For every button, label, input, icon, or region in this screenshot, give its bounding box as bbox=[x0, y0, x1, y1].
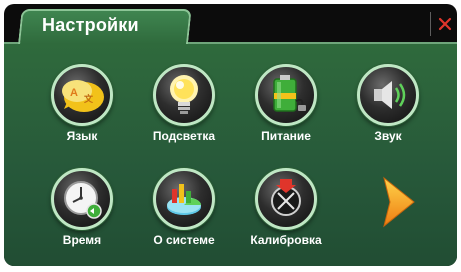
speaker-icon bbox=[357, 64, 419, 126]
next-page-arrow-icon bbox=[383, 176, 415, 228]
svg-text:文: 文 bbox=[83, 93, 94, 104]
sound-label: Звук bbox=[374, 129, 402, 143]
battery-icon bbox=[255, 64, 317, 126]
next-page-button[interactable] bbox=[378, 174, 418, 230]
calibration-label: Калибровка bbox=[250, 233, 322, 247]
clock-icon bbox=[51, 168, 113, 230]
backlight-label: Подсветка bbox=[152, 129, 216, 143]
svg-text:A: A bbox=[70, 87, 78, 99]
time-label: Время bbox=[62, 233, 102, 247]
system-info-tile[interactable]: О системе bbox=[134, 168, 234, 252]
backlight-tile[interactable]: Подсветка bbox=[134, 64, 234, 148]
language-icon: A 文 bbox=[51, 64, 113, 126]
lightbulb-icon bbox=[153, 64, 215, 126]
power-tile[interactable]: Питание bbox=[236, 64, 336, 148]
settings-window: Настройки A 文 Язык Подсветка Питание Зву… bbox=[4, 4, 457, 266]
language-tile[interactable]: A 文 Язык bbox=[32, 64, 132, 148]
time-tile[interactable]: Время bbox=[32, 168, 132, 252]
language-label: Язык bbox=[66, 129, 98, 143]
calibration-tile[interactable]: Калибровка bbox=[236, 168, 336, 252]
sound-tile[interactable]: Звук bbox=[338, 64, 438, 148]
page-title: Настройки bbox=[42, 15, 139, 35]
power-label: Питание bbox=[261, 129, 311, 143]
system-info-label: О системе bbox=[153, 233, 215, 247]
close-button[interactable] bbox=[434, 11, 456, 37]
calibration-icon bbox=[255, 168, 317, 230]
close-separator bbox=[430, 12, 431, 36]
close-icon bbox=[438, 17, 452, 31]
system-info-icon bbox=[153, 168, 215, 230]
